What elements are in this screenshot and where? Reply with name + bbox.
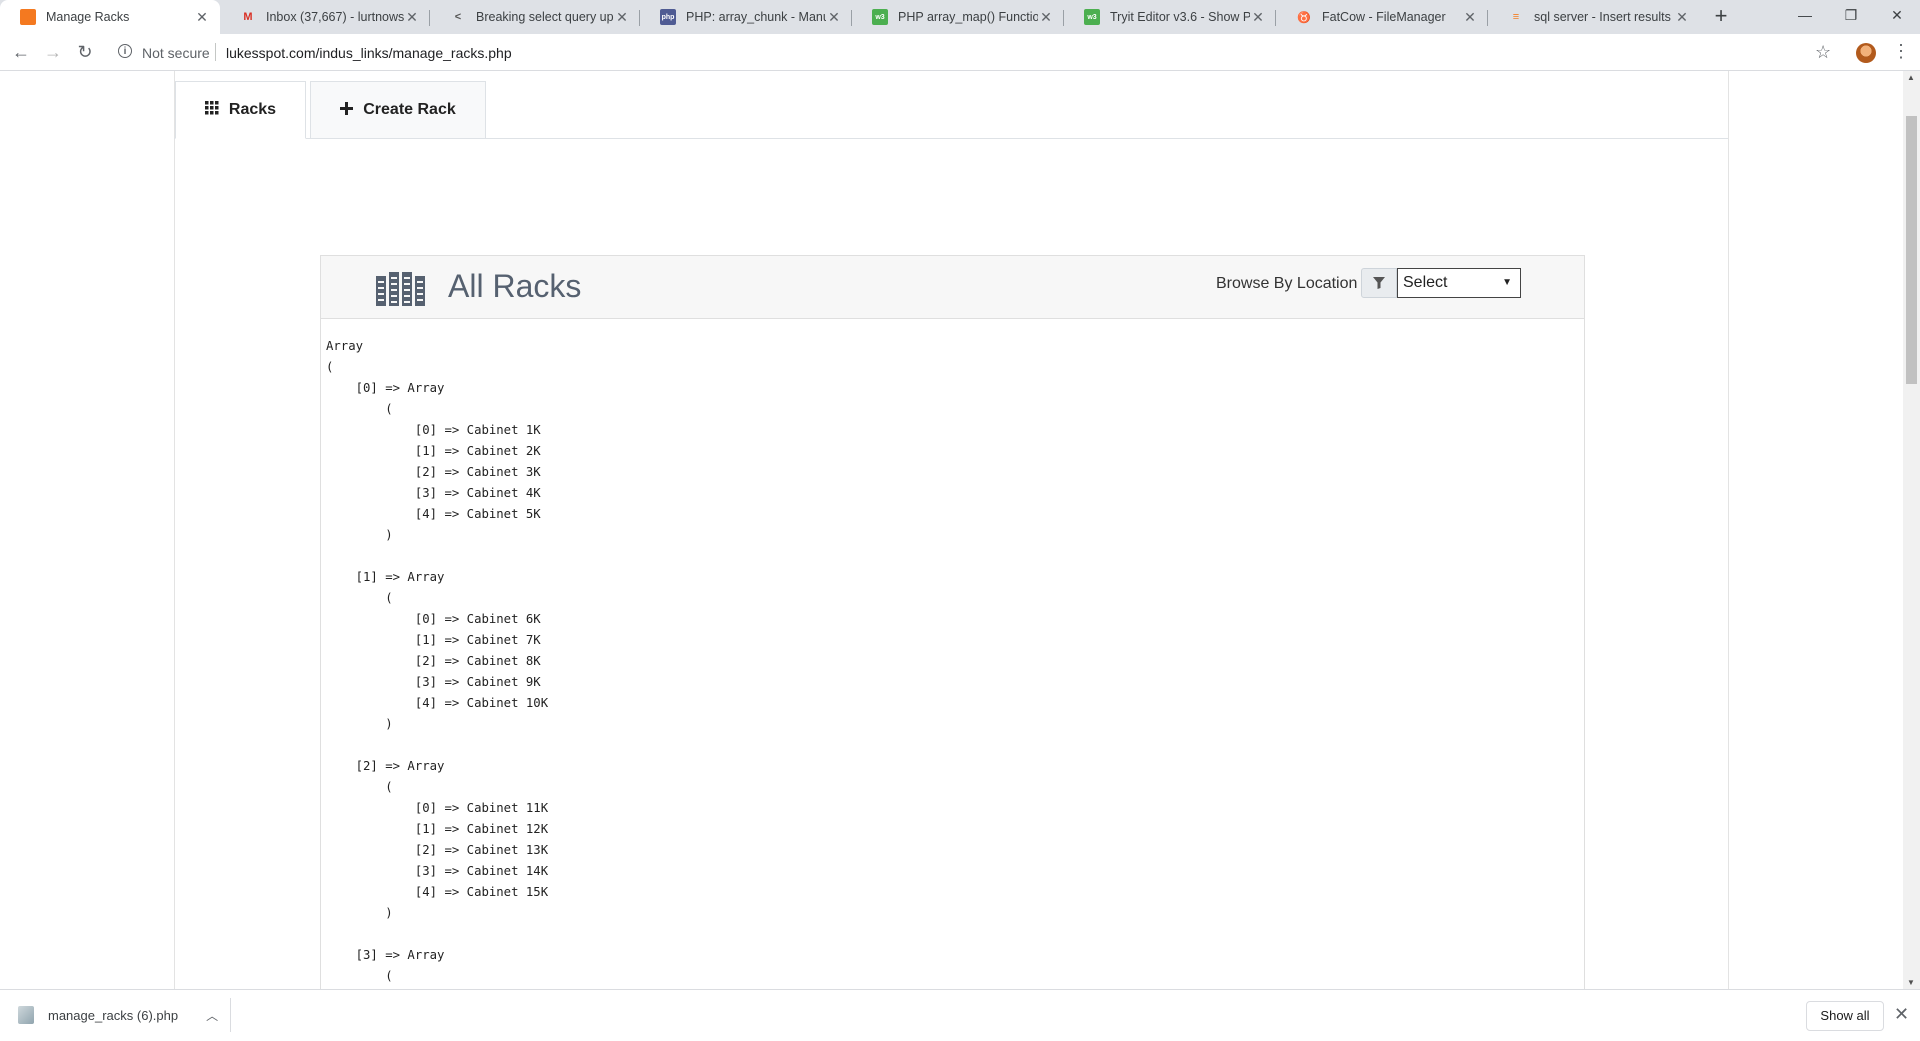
array-dump-output: Array ( [0] => Array ( [0] => Cabinet 1K… xyxy=(326,339,549,983)
tab-create-rack-label: Create Rack xyxy=(363,101,456,118)
download-item[interactable]: manage_racks (6).php ︿ xyxy=(18,1004,218,1026)
card-header: All Racks Browse By Location Select ▼ xyxy=(321,256,1584,319)
close-window-icon[interactable]: ✕ xyxy=(1874,0,1920,30)
scrollbar-thumb[interactable] xyxy=(1906,116,1917,384)
gmail-favicon-icon: M xyxy=(243,11,253,23)
plus-icon xyxy=(340,101,354,119)
tab-title: Inbox (37,667) - lurtnowski@ xyxy=(266,10,404,24)
back-arrow-icon[interactable]: ← xyxy=(8,39,34,65)
url-text[interactable]: lukesspot.com/indus_links/manage_racks.p… xyxy=(226,45,512,61)
filter-icon[interactable] xyxy=(1361,268,1397,298)
browser-menu-icon[interactable]: ⋮ xyxy=(1892,42,1910,60)
close-tab-icon[interactable]: ✕ xyxy=(614,9,630,26)
browser-tab-array-map[interactable]: w3 PHP array_map() Function ✕ xyxy=(852,0,1064,34)
w3schools-favicon-icon: w3 xyxy=(1084,9,1100,25)
close-tab-icon[interactable]: ✕ xyxy=(1674,9,1690,26)
scroll-up-arrow-icon[interactable]: ▲ xyxy=(1907,73,1915,82)
minimize-window-icon[interactable]: — xyxy=(1782,0,1828,30)
close-tab-icon[interactable]: ✕ xyxy=(194,9,210,26)
browser-tab-array-chunk[interactable]: php PHP: array_chunk - Manual ✕ xyxy=(640,0,852,34)
tab-title: Manage Racks xyxy=(46,10,130,24)
location-select-value: Select xyxy=(1403,274,1448,291)
browser-tab-sql-server[interactable]: ≡ sql server - Insert results fro ✕ xyxy=(1488,0,1700,34)
browse-by-location-label: Browse By Location xyxy=(1216,275,1358,292)
info-icon[interactable]: i xyxy=(118,44,132,58)
close-tab-icon[interactable]: ✕ xyxy=(1462,9,1478,26)
grid-icon xyxy=(204,101,219,119)
tab-racks-label: Racks xyxy=(228,101,277,118)
forward-arrow-icon[interactable]: → xyxy=(40,39,66,65)
tab-title: Breaking select query up - P xyxy=(476,10,614,24)
reload-icon[interactable]: ↻ xyxy=(72,39,98,65)
browser-tab-inbox[interactable]: M Inbox (37,667) - lurtnowski@ ✕ xyxy=(220,0,430,34)
browser-tab-strip: Manage Racks ✕ M Inbox (37,667) - lurtno… xyxy=(0,0,1920,34)
restore-window-icon[interactable]: ❐ xyxy=(1828,0,1874,30)
tab-title: PHP array_map() Function xyxy=(898,10,1038,24)
stackoverflow-favicon-icon: ≡ xyxy=(1512,11,1520,23)
orange-grid-favicon-icon xyxy=(20,9,36,25)
address-bar[interactable]: i Not secure lukesspot.com/indus_links/m… xyxy=(110,37,1830,67)
php-favicon-icon: php xyxy=(660,9,676,25)
tab-title: FatCow - FileManager xyxy=(1322,10,1446,24)
tab-title: sql server - Insert results fro xyxy=(1534,10,1674,24)
w3schools-favicon-icon: w3 xyxy=(872,9,888,25)
location-select[interactable]: Select ▼ xyxy=(1397,268,1521,298)
show-all-button[interactable]: Show all xyxy=(1806,1001,1884,1031)
browser-tab-breaking-select[interactable]: < Breaking select query up - P ✕ xyxy=(430,0,640,34)
tab-title: PHP: array_chunk - Manual xyxy=(686,10,826,24)
tab-create-rack[interactable]: Create Rack xyxy=(310,81,486,139)
page-viewport: Racks Create Rack All Racks Browse By Lo… xyxy=(0,71,1903,989)
page-scrollbar[interactable]: ▲ ▼ xyxy=(1903,71,1920,989)
scroll-down-arrow-icon[interactable]: ▼ xyxy=(1907,978,1915,987)
chevron-down-icon: ▼ xyxy=(1502,277,1512,288)
download-shelf: manage_racks (6).php ︿ Show all ✕ xyxy=(0,989,1920,1041)
bookmark-star-icon[interactable]: ☆ xyxy=(1815,42,1831,63)
new-tab-button[interactable]: + xyxy=(1709,5,1733,29)
all-racks-card: All Racks Browse By Location Select ▼ Ar… xyxy=(320,255,1585,989)
close-tab-icon[interactable]: ✕ xyxy=(1250,9,1266,26)
close-tab-icon[interactable]: ✕ xyxy=(1038,9,1054,26)
stackoverflow-favicon-icon: < xyxy=(454,11,462,23)
browser-tab-tryit[interactable]: w3 Tryit Editor v3.6 - Show PHP ✕ xyxy=(1064,0,1276,34)
server-rack-icon xyxy=(376,272,425,306)
profile-avatar[interactable] xyxy=(1856,43,1876,63)
file-icon xyxy=(18,1006,34,1024)
browser-tab-fatcow[interactable]: ♉ FatCow - FileManager ✕ xyxy=(1276,0,1488,34)
tab-title: Tryit Editor v3.6 - Show PHP xyxy=(1110,10,1250,24)
close-icon[interactable]: ✕ xyxy=(1894,1004,1909,1025)
browser-toolbar: ← → ↻ i Not secure lukesspot.com/indus_l… xyxy=(0,34,1920,71)
browser-tab-manage-racks[interactable]: Manage Racks ✕ xyxy=(0,0,220,34)
close-tab-icon[interactable]: ✕ xyxy=(826,9,842,26)
close-tab-icon[interactable]: ✕ xyxy=(404,9,420,26)
page-title: All Racks xyxy=(448,268,582,304)
fatcow-favicon-icon: ♉ xyxy=(1297,11,1311,24)
chevron-up-icon[interactable]: ︿ xyxy=(206,1007,218,1024)
download-file-name: manage_racks (6).php xyxy=(48,1007,179,1023)
security-label: Not secure xyxy=(142,45,210,61)
tab-racks[interactable]: Racks xyxy=(175,81,306,139)
